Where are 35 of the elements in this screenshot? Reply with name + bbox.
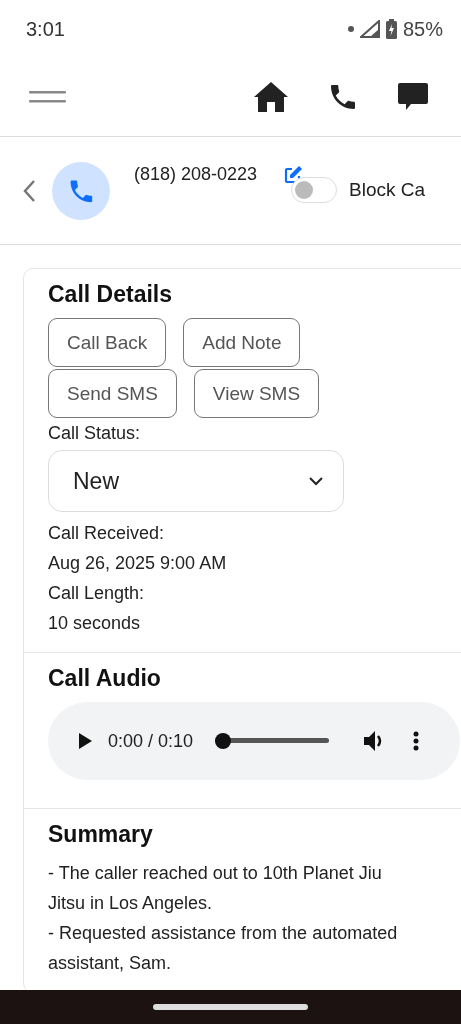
section-title: Call Audio	[48, 665, 162, 692]
chevron-down-icon	[309, 476, 323, 486]
home-icon[interactable]	[253, 81, 289, 113]
field-label: Call Length:	[48, 582, 146, 605]
edit-icon[interactable]	[283, 165, 304, 185]
section-title: Call Details	[48, 281, 173, 308]
play-icon[interactable]	[78, 733, 92, 749]
notification-dot-icon	[347, 26, 354, 32]
avatar-phone-icon	[52, 162, 110, 220]
field-label: Call Received:	[48, 522, 166, 545]
summary-line: Jitsu in Los Angeles.	[48, 892, 214, 915]
status-time: 3:01	[26, 17, 65, 41]
action-button[interactable]: Send SMS	[48, 369, 177, 418]
audio-time: 0:00 / 0:10	[108, 730, 194, 752]
more-icon[interactable]	[413, 731, 420, 751]
signal-icon	[359, 20, 380, 38]
field-value: 10 seconds	[48, 612, 142, 635]
battery-icon	[385, 19, 397, 39]
action-button[interactable]: View SMS	[193, 369, 320, 418]
back-icon[interactable]	[22, 179, 36, 203]
summary-line: assistant, Sam.	[48, 952, 173, 975]
action-button[interactable]: Call Back	[48, 318, 167, 367]
action-button[interactable]: Add Note	[183, 318, 301, 367]
section-title: Summary	[48, 821, 154, 848]
block-toggle[interactable]	[291, 177, 338, 203]
menu-icon[interactable]	[29, 90, 67, 104]
field-label: Call Status:	[48, 423, 142, 444]
phone-number: (818) 208-0223	[134, 164, 258, 185]
status-dropdown[interactable]: New	[48, 450, 344, 512]
block-label: Block Ca	[349, 179, 426, 201]
seek-bar[interactable]	[215, 733, 330, 749]
summary-line: - The caller reached out to 10th Planet Jiu	[48, 862, 383, 885]
field-value: Aug 26, 2025 9:00 AM	[48, 552, 228, 575]
battery-percent: 85%	[402, 17, 443, 41]
summary-line: - Requested assistance from the automated	[48, 922, 399, 945]
